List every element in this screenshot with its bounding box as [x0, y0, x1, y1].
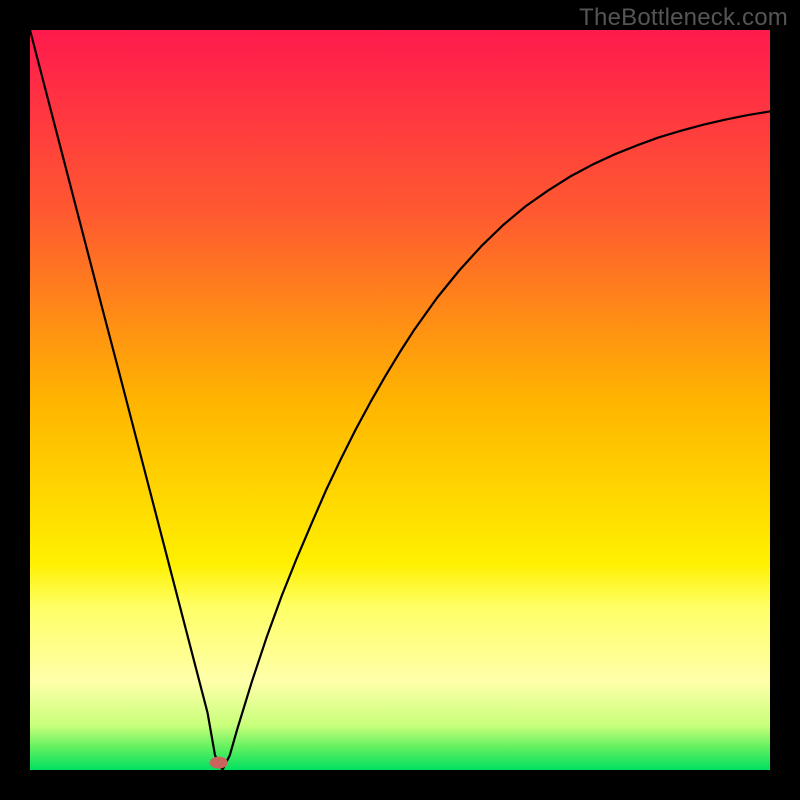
- minimum-marker: [210, 757, 228, 769]
- chart-svg: [30, 30, 770, 770]
- watermark-label: TheBottleneck.com: [579, 4, 788, 32]
- plot-area: [30, 30, 770, 770]
- gradient-background: [30, 30, 770, 770]
- chart-frame: TheBottleneck.com: [0, 0, 800, 800]
